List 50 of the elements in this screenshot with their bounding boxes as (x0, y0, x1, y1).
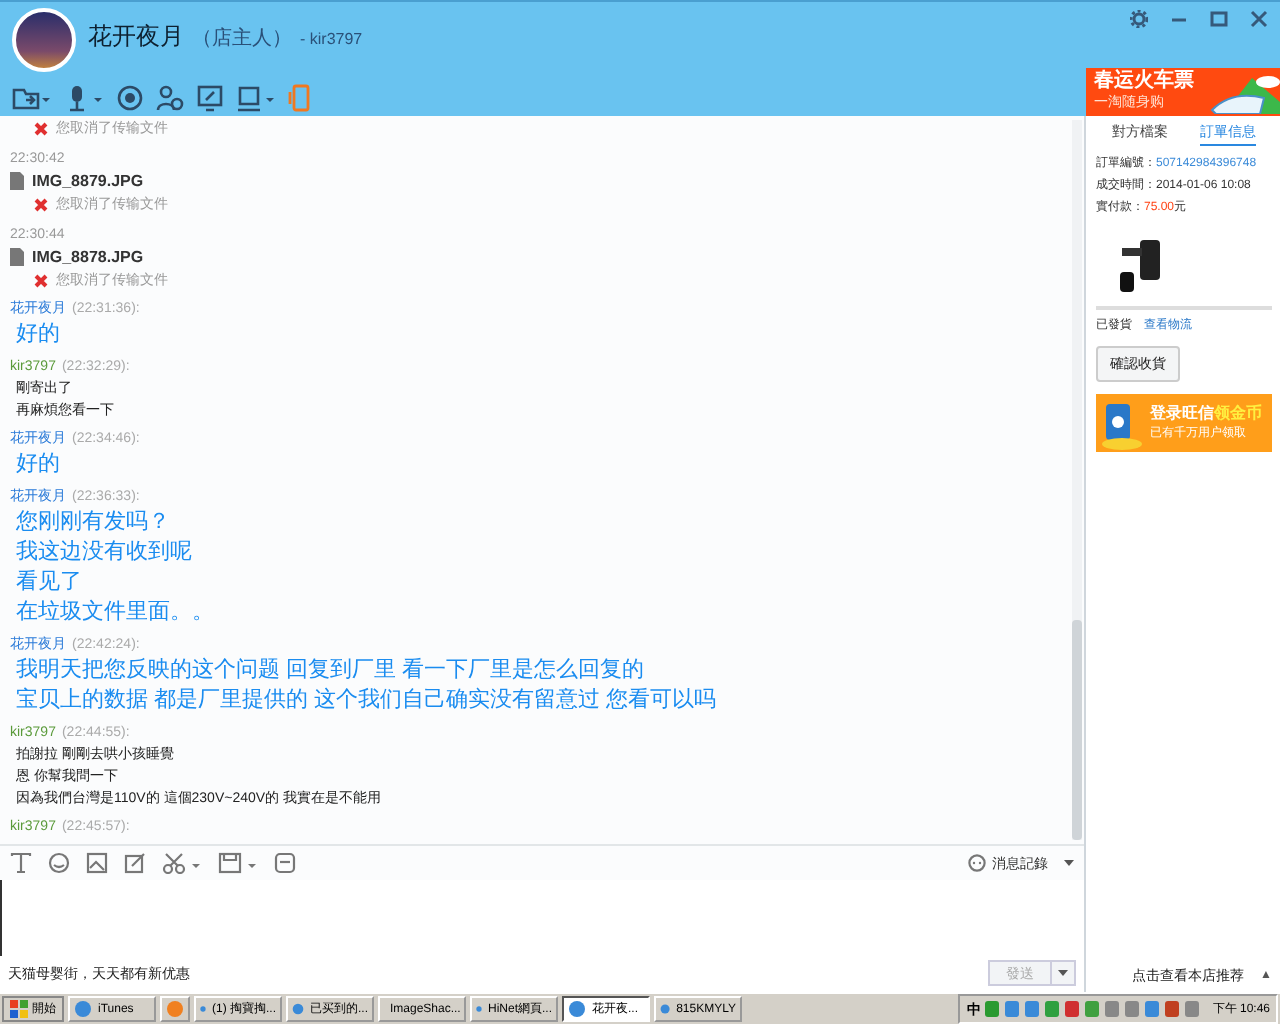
banner-title: 登录旺信 (1150, 403, 1214, 423)
message-text: 看见了 (14, 568, 84, 598)
camera-icon[interactable] (116, 84, 144, 112)
scrollbar-thumb[interactable] (1072, 620, 1082, 840)
message-text: 好的 (14, 450, 62, 480)
app-icon (660, 1000, 671, 1018)
file-name: IMG_8879.JPG (32, 170, 144, 192)
cancel-icon (34, 122, 48, 136)
maximize-icon[interactable] (1210, 10, 1228, 28)
contact-name: 花开夜月 (88, 20, 184, 54)
banner-highlight: 领金币 (1214, 403, 1262, 423)
contact-account: - kir3797 (300, 30, 363, 48)
message-icon[interactable] (274, 852, 296, 874)
windows-logo-icon (10, 1000, 28, 1018)
scissors-icon[interactable] (162, 852, 202, 874)
message-text: 宝贝上的数据 都是厂里提供的 这个我们自己确实没有留意过 您看可以吗 (14, 686, 719, 716)
message-text: 在垃圾文件里面。。 (14, 598, 216, 628)
app-icon (292, 1000, 304, 1018)
message-text: 您刚刚有发吗？ (14, 508, 172, 538)
taskbar-button[interactable] (160, 996, 190, 1022)
emoji-icon[interactable] (48, 852, 70, 874)
message-text: 我这边没有收到呢 (14, 538, 194, 568)
file-icon (10, 248, 24, 266)
message-text: 好的 (14, 320, 62, 350)
banner-title: 春运火车票 (1094, 70, 1194, 92)
image-icon[interactable] (86, 852, 108, 874)
caret-icon[interactable] (1064, 860, 1074, 866)
save-icon[interactable] (218, 852, 258, 874)
contact-role: （店主人） (192, 25, 292, 52)
scrollbar[interactable] (1072, 120, 1082, 840)
avatar-photo (12, 8, 76, 72)
cancel-icon (34, 274, 48, 288)
chat-bubble-icon (968, 854, 986, 872)
settings-icon[interactable] (1130, 10, 1148, 28)
file-icon (10, 172, 24, 190)
file-name: IMG_8878.JPG (32, 246, 144, 268)
message-text: 我明天把您反映的这个问题 回复到厂里 看一下厂里是怎么回复的 (14, 656, 647, 686)
send-options-button[interactable] (1052, 960, 1076, 986)
cancel-icon (34, 198, 48, 212)
microphone-icon[interactable] (64, 84, 104, 112)
app-icon (568, 1000, 586, 1018)
font-icon[interactable] (10, 852, 32, 874)
edit-icon[interactable] (124, 852, 146, 874)
close-icon[interactable] (1250, 10, 1268, 28)
folder-icon[interactable] (12, 84, 52, 112)
app-icon (74, 1000, 92, 1018)
screen-share-icon[interactable] (196, 84, 224, 112)
people-icon[interactable] (156, 84, 184, 112)
monitor-icon[interactable] (236, 84, 276, 112)
caret-icon (1058, 970, 1068, 976)
